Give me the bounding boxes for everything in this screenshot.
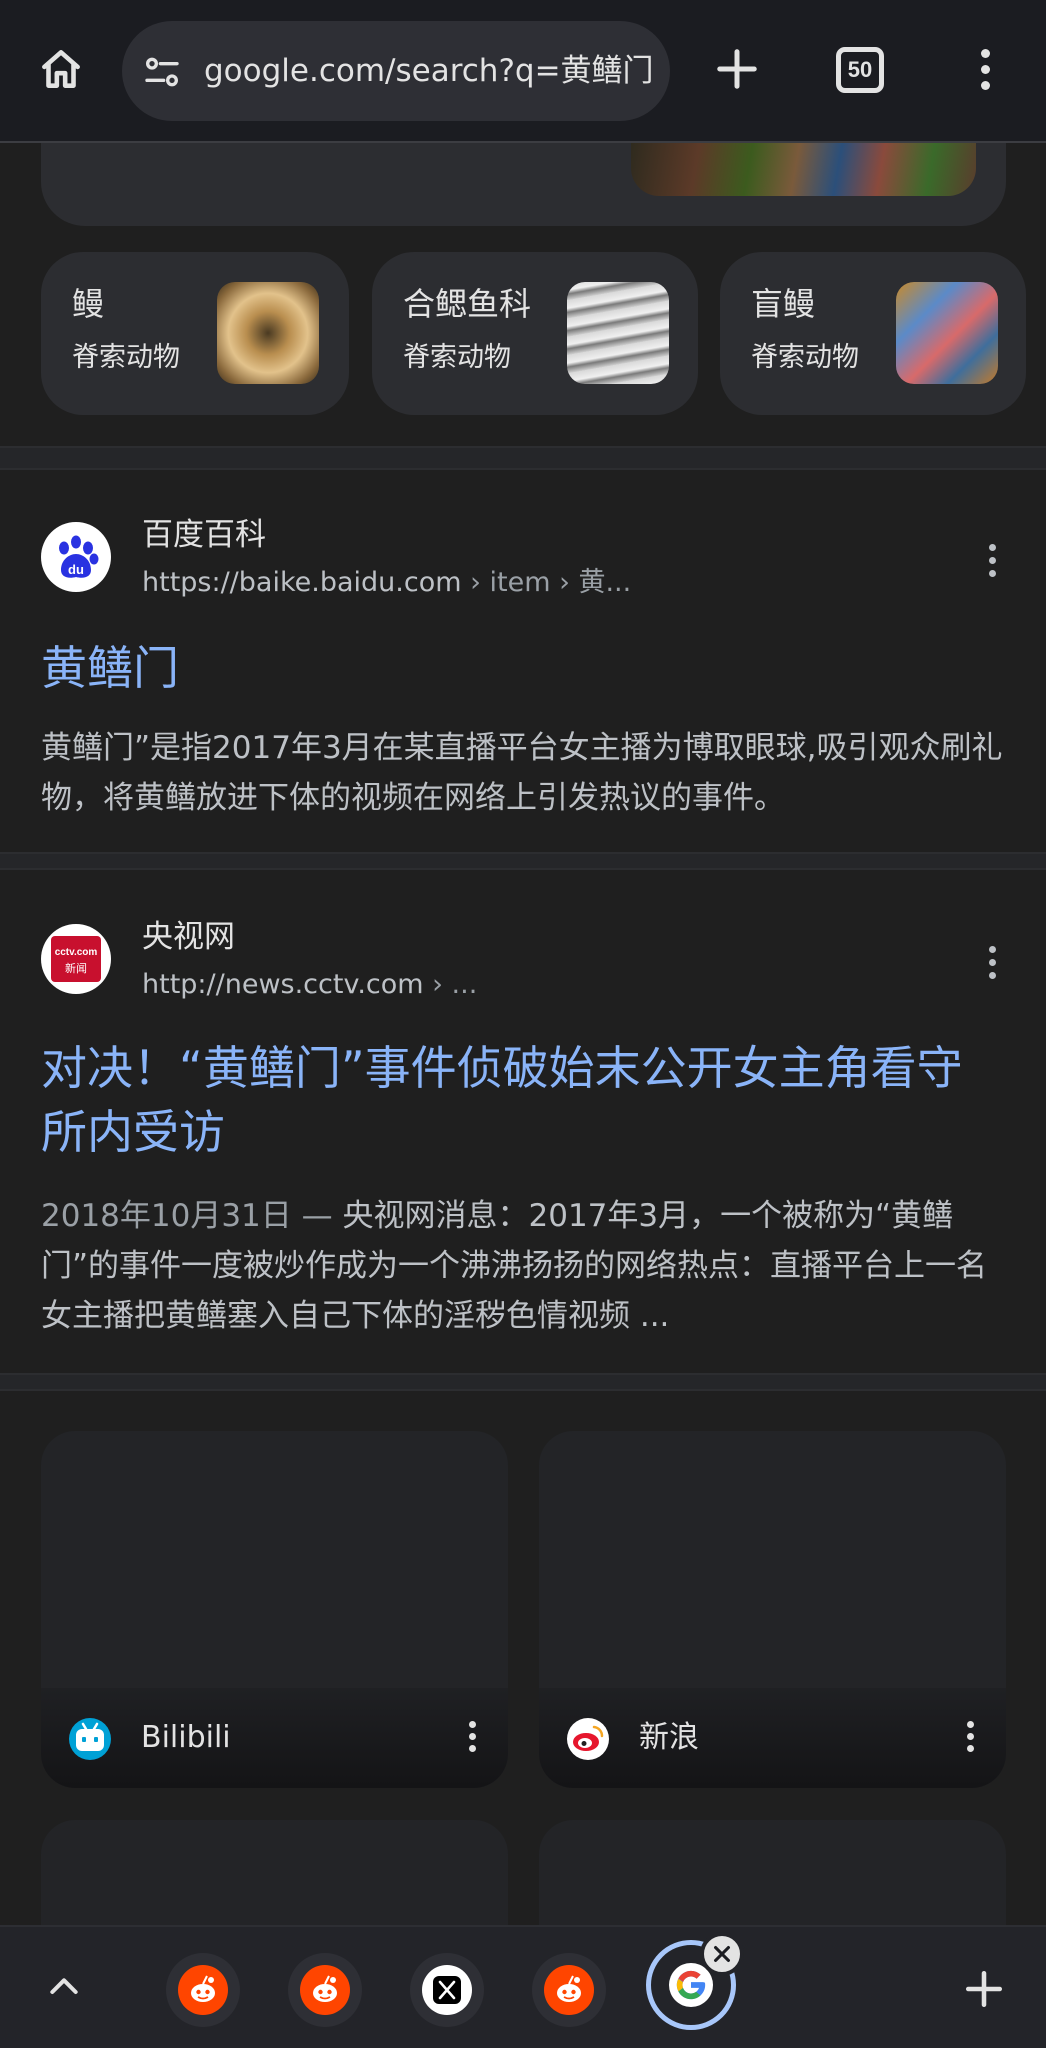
- section-divider: [0, 446, 1046, 470]
- related-chip-eel[interactable]: 鳗 脊索动物: [41, 252, 349, 415]
- overflow-menu-icon[interactable]: [960, 36, 1010, 102]
- url-text[interactable]: google.com/search?q=黄鳝门&: [204, 49, 652, 93]
- result-url-breadcrumb: › ...: [423, 969, 478, 1000]
- result-snippet: 2018年10月31日 — 央视网消息：2017年3月，一个被称为“黄鳝门”的事…: [41, 1191, 1016, 1341]
- site-settings-icon[interactable]: [142, 52, 182, 92]
- tab-x[interactable]: [410, 1953, 484, 2027]
- reddit-icon: [300, 1965, 350, 2015]
- result-url-breadcrumb: › item › 黄...: [461, 567, 632, 598]
- search-result: cctv.com 新闻 央视网 http://news.cctv.com › .…: [0, 870, 1046, 1373]
- x-icon: [422, 1965, 472, 2015]
- result-title-link[interactable]: 黄鳝门: [41, 636, 1006, 700]
- tab-switcher-button[interactable]: 50: [836, 47, 884, 93]
- reddit-icon: [178, 1965, 228, 2015]
- tab-reddit[interactable]: [166, 1953, 240, 2027]
- address-bar[interactable]: google.com/search?q=黄鳝门&: [122, 21, 670, 121]
- section-divider: [0, 852, 1046, 870]
- tab-strip: [0, 1925, 1046, 2048]
- bilibili-icon: [69, 1718, 111, 1760]
- result-date: 2018年10月31日 —: [41, 1198, 343, 1234]
- result-url-domain: http://news.cctv.com: [142, 969, 424, 1000]
- result-more-options-icon[interactable]: [978, 940, 1006, 984]
- chip-category: 脊索动物: [403, 342, 511, 373]
- cctv-news-icon: cctv.com 新闻: [41, 924, 111, 994]
- new-tab-icon[interactable]: [958, 1963, 1010, 2015]
- tab-reddit[interactable]: [532, 1953, 606, 2027]
- result-url[interactable]: https://baike.baidu.com › item › 黄...: [142, 564, 631, 602]
- result-snippet: 黄鳝门”是指2017年3月在某直播平台女主播为博取眼球,吸引观众刷礼物，将黄鳝放…: [41, 730, 1003, 816]
- related-chip-hagfish[interactable]: 盲鳗 脊索动物: [720, 252, 1026, 415]
- card-more-options-icon[interactable]: [462, 1716, 482, 1756]
- svg-text:du: du: [68, 562, 84, 577]
- card-footer: Bilibili: [41, 1688, 508, 1788]
- result-site-name: 百度百科: [142, 517, 266, 553]
- site-card-bilibili[interactable]: Bilibili: [41, 1431, 508, 1788]
- site-card-sina[interactable]: 新浪: [539, 1431, 1006, 1788]
- weibo-icon: [567, 1718, 609, 1760]
- card-site-label: 新浪: [639, 1720, 699, 1755]
- baidu-icon: du: [41, 522, 111, 592]
- new-tab-icon[interactable]: [704, 36, 770, 102]
- chip-category: 脊索动物: [72, 342, 180, 373]
- related-chip-synbranchidae[interactable]: 合鳃鱼科 脊索动物: [372, 252, 698, 415]
- cctv-logo-subtext: 新闻: [65, 961, 87, 975]
- search-result: du 百度百科 https://baike.baidu.com › item ›…: [0, 470, 1046, 852]
- swamp-eel-thumbnail: [567, 282, 669, 384]
- chip-name: 盲鳗: [751, 285, 816, 323]
- cctv-logo-text: cctv.com: [55, 947, 98, 958]
- hagfish-thumbnail: [896, 282, 998, 384]
- browser-page: google.com/search?q=黄鳝门& 50 鳗 脊索动物 合鳃鱼科 …: [0, 0, 1046, 2048]
- close-tab-icon[interactable]: [700, 1932, 744, 1976]
- card-footer: 新浪: [539, 1688, 1006, 1788]
- tab-reddit[interactable]: [288, 1953, 362, 2027]
- card-more-options-icon[interactable]: [960, 1716, 980, 1756]
- result-url[interactable]: http://news.cctv.com › ...: [142, 966, 477, 1004]
- home-icon[interactable]: [28, 36, 94, 102]
- reddit-icon: [544, 1965, 594, 2015]
- expand-tab-grid-icon[interactable]: [38, 1961, 90, 2013]
- chip-category: 脊索动物: [751, 342, 859, 373]
- result-url-domain: https://baike.baidu.com: [142, 567, 462, 598]
- result-site-name: 央视网: [142, 919, 235, 955]
- chip-name: 合鳃鱼科: [403, 285, 532, 323]
- result-title-link[interactable]: 对决！“黄鳝门”事件侦破始末公开女主角看守所内受访: [41, 1036, 1006, 1164]
- eel-thumbnail: [217, 282, 319, 384]
- card-site-label: Bilibili: [141, 1720, 231, 1755]
- tab-count: 50: [847, 57, 873, 82]
- browser-toolbar: google.com/search?q=黄鳝门& 50: [0, 0, 1046, 143]
- chip-name: 鳗: [72, 285, 105, 323]
- section-divider: [0, 1373, 1046, 1391]
- result-more-options-icon[interactable]: [978, 538, 1006, 582]
